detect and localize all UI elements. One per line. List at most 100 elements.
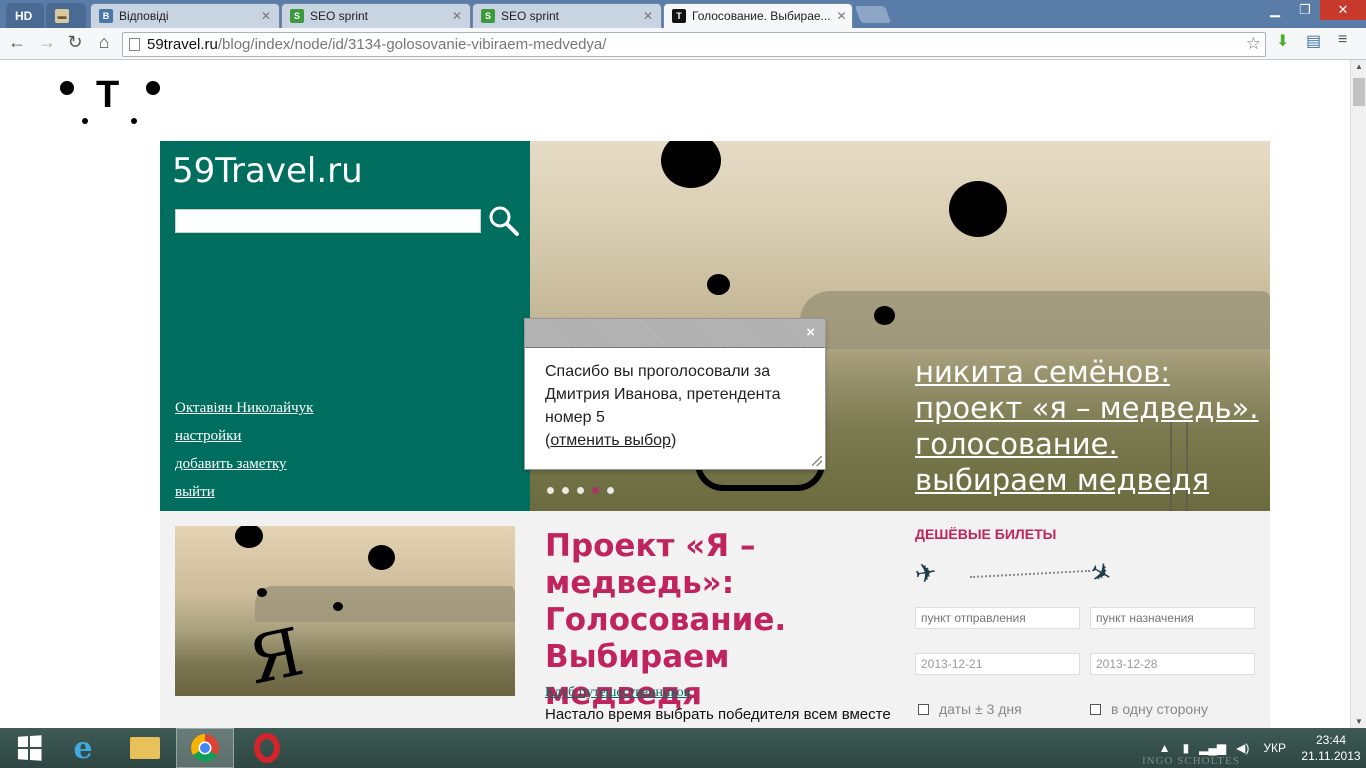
- popup-header[interactable]: ×: [525, 319, 825, 348]
- vk-icon: В: [99, 9, 113, 23]
- tab-hd[interactable]: HD: [6, 3, 44, 28]
- popup-body: Спасибо вы проголосовали за Дмитрия Иван…: [525, 348, 825, 464]
- slider-dot[interactable]: [607, 487, 614, 494]
- flexible-dates-checkbox[interactable]: даты ± 3 дня: [918, 701, 1022, 717]
- cancel-vote-link[interactable]: отменить выбор: [550, 432, 671, 449]
- tab-label: SEO sprint: [310, 9, 369, 23]
- menu-icon[interactable]: ≡: [1338, 31, 1347, 49]
- battery-icon[interactable]: ▮: [1183, 741, 1190, 755]
- tab-close-icon[interactable]: ✕: [837, 9, 847, 23]
- folder-icon: [130, 737, 160, 759]
- vote-confirmation-popup: × Спасибо вы проголосовали за Дмитрия Ив…: [524, 318, 826, 470]
- forward-arrow-icon[interactable]: →: [36, 32, 58, 53]
- tab-close-icon[interactable]: ✕: [643, 9, 653, 23]
- windows-logo-icon: [17, 735, 42, 761]
- clock-date: 21.11.2013: [1301, 749, 1361, 763]
- date-to-input[interactable]: [1090, 653, 1255, 675]
- tab-active-golosovanie[interactable]: T Голосование. Выбирае... ✕: [663, 3, 853, 28]
- hero-image-cliff: [800, 291, 1270, 349]
- scroll-down-icon[interactable]: ▼: [1351, 717, 1366, 726]
- hero-blot: [661, 141, 721, 188]
- tray-overflow-icon[interactable]: ▲: [1159, 741, 1171, 755]
- thumbnail-blot: [257, 588, 267, 597]
- new-tab-button[interactable]: [854, 6, 892, 23]
- popup-message: Спасибо вы проголосовали за Дмитрия Иван…: [545, 363, 781, 426]
- back-arrow-icon[interactable]: ←: [6, 32, 28, 53]
- taskbar-chrome[interactable]: [176, 728, 234, 768]
- browser-tab-bar: HD ▬ В Відповіді ✕ S SEO sprint ✕ S SEO …: [0, 0, 1366, 28]
- paren-close: ): [670, 432, 677, 449]
- flight-path: [970, 569, 1090, 579]
- start-button[interactable]: [0, 728, 58, 768]
- article-excerpt: Настало время выбрать победителя всем вм…: [545, 706, 891, 723]
- tab-label: Голосование. Выбирае...: [692, 9, 831, 23]
- tab-book[interactable]: ▬: [46, 3, 86, 28]
- scrollbar-thumb[interactable]: [1353, 78, 1365, 106]
- wallpaper-watermark: INGO SCHOLTES: [1142, 755, 1240, 767]
- profile-link[interactable]: Октавіян Николайчук: [175, 394, 313, 422]
- one-way-checkbox[interactable]: в одну сторону: [1090, 701, 1208, 717]
- tab-seo-sprint-2[interactable]: S SEO sprint ✕: [472, 3, 662, 28]
- home-icon[interactable]: ⌂: [93, 32, 115, 53]
- network-icon[interactable]: ▂▄▆: [1199, 741, 1226, 755]
- seo-icon: S: [481, 9, 495, 23]
- download-arrow-icon[interactable]: ⬇: [1276, 31, 1289, 51]
- tab-close-icon[interactable]: ✕: [452, 9, 462, 23]
- clock-time: 23:44: [1315, 733, 1347, 747]
- window-close-icon[interactable]: ✕: [1320, 0, 1366, 20]
- maximize-icon[interactable]: ❐: [1290, 0, 1320, 20]
- article-category-link[interactable]: Клуб путешественников: [545, 685, 690, 701]
- reload-icon[interactable]: ↻: [64, 32, 86, 53]
- volume-icon[interactable]: ◀): [1236, 741, 1249, 755]
- book-icon: ▬: [55, 9, 69, 23]
- address-bar[interactable]: 59travel.ru/blog/index/node/id/3134-golo…: [122, 32, 1266, 57]
- taskbar-ie[interactable]: e: [54, 728, 112, 768]
- clock[interactable]: 23:44 21.11.2013: [1296, 732, 1366, 764]
- taskbar-explorer[interactable]: [116, 728, 174, 768]
- language-indicator[interactable]: УКР: [1263, 741, 1286, 755]
- destination-input[interactable]: [1090, 607, 1255, 629]
- checkbox[interactable]: [1090, 703, 1101, 715]
- chat-icon[interactable]: ▤: [1306, 31, 1321, 51]
- search-icon[interactable]: [488, 205, 520, 237]
- tab-seo-sprint-1[interactable]: S SEO sprint ✕: [281, 3, 471, 28]
- slider-dots: [547, 487, 614, 494]
- minimize-icon[interactable]: ▁: [1260, 0, 1290, 20]
- thumbnail-ya-letter: Я: [241, 613, 310, 696]
- article-thumbnail[interactable]: Я: [175, 526, 515, 696]
- bookmark-star-icon[interactable]: ☆: [1246, 34, 1261, 54]
- seo-icon: S: [290, 9, 304, 23]
- resize-grip-icon[interactable]: [812, 456, 822, 466]
- hero-blot: [949, 181, 1007, 237]
- slider-dot[interactable]: [562, 487, 569, 494]
- site-logo[interactable]: T: [96, 74, 119, 117]
- scroll-up-icon[interactable]: ▲: [1351, 62, 1366, 71]
- url-domain: 59travel.ru: [147, 36, 218, 53]
- add-note-link[interactable]: добавить заметку: [175, 450, 313, 478]
- site-title[interactable]: 59Travel.ru: [172, 151, 363, 191]
- tab-vidpovidi[interactable]: В Відповіді ✕: [90, 3, 280, 28]
- thumbnail-blot: [235, 526, 263, 548]
- checkbox[interactable]: [918, 703, 929, 715]
- t-icon: T: [672, 9, 686, 23]
- departure-input[interactable]: [915, 607, 1080, 629]
- slider-dot[interactable]: [547, 487, 554, 494]
- slider-dot-active[interactable]: [592, 487, 599, 494]
- content-area: Я Проект «Я – медведь»: Голосование. Выб…: [160, 511, 1270, 728]
- popup-close-icon[interactable]: ×: [806, 324, 815, 341]
- tab-label: Відповіді: [119, 9, 169, 23]
- page-icon: [129, 38, 140, 51]
- hero-title-link[interactable]: никита семёнов: проект «я – медведь». го…: [915, 354, 1260, 498]
- tab-close-icon[interactable]: ✕: [261, 9, 271, 23]
- slider-dot[interactable]: [577, 487, 584, 494]
- url-path: /blog/index/node/id/3134-golosovanie-vib…: [217, 36, 607, 53]
- checkbox-label: в одну сторону: [1111, 701, 1208, 717]
- page-scrollbar[interactable]: ▲ ▼: [1350, 60, 1366, 728]
- plane-takeoff-icon: ✈: [912, 556, 940, 590]
- logo-dot: [131, 118, 137, 124]
- settings-link[interactable]: настройки: [175, 422, 313, 450]
- date-from-input[interactable]: [915, 653, 1080, 675]
- logout-link[interactable]: выйти: [175, 478, 313, 506]
- search-input[interactable]: [175, 209, 481, 233]
- taskbar-opera[interactable]: [238, 728, 296, 768]
